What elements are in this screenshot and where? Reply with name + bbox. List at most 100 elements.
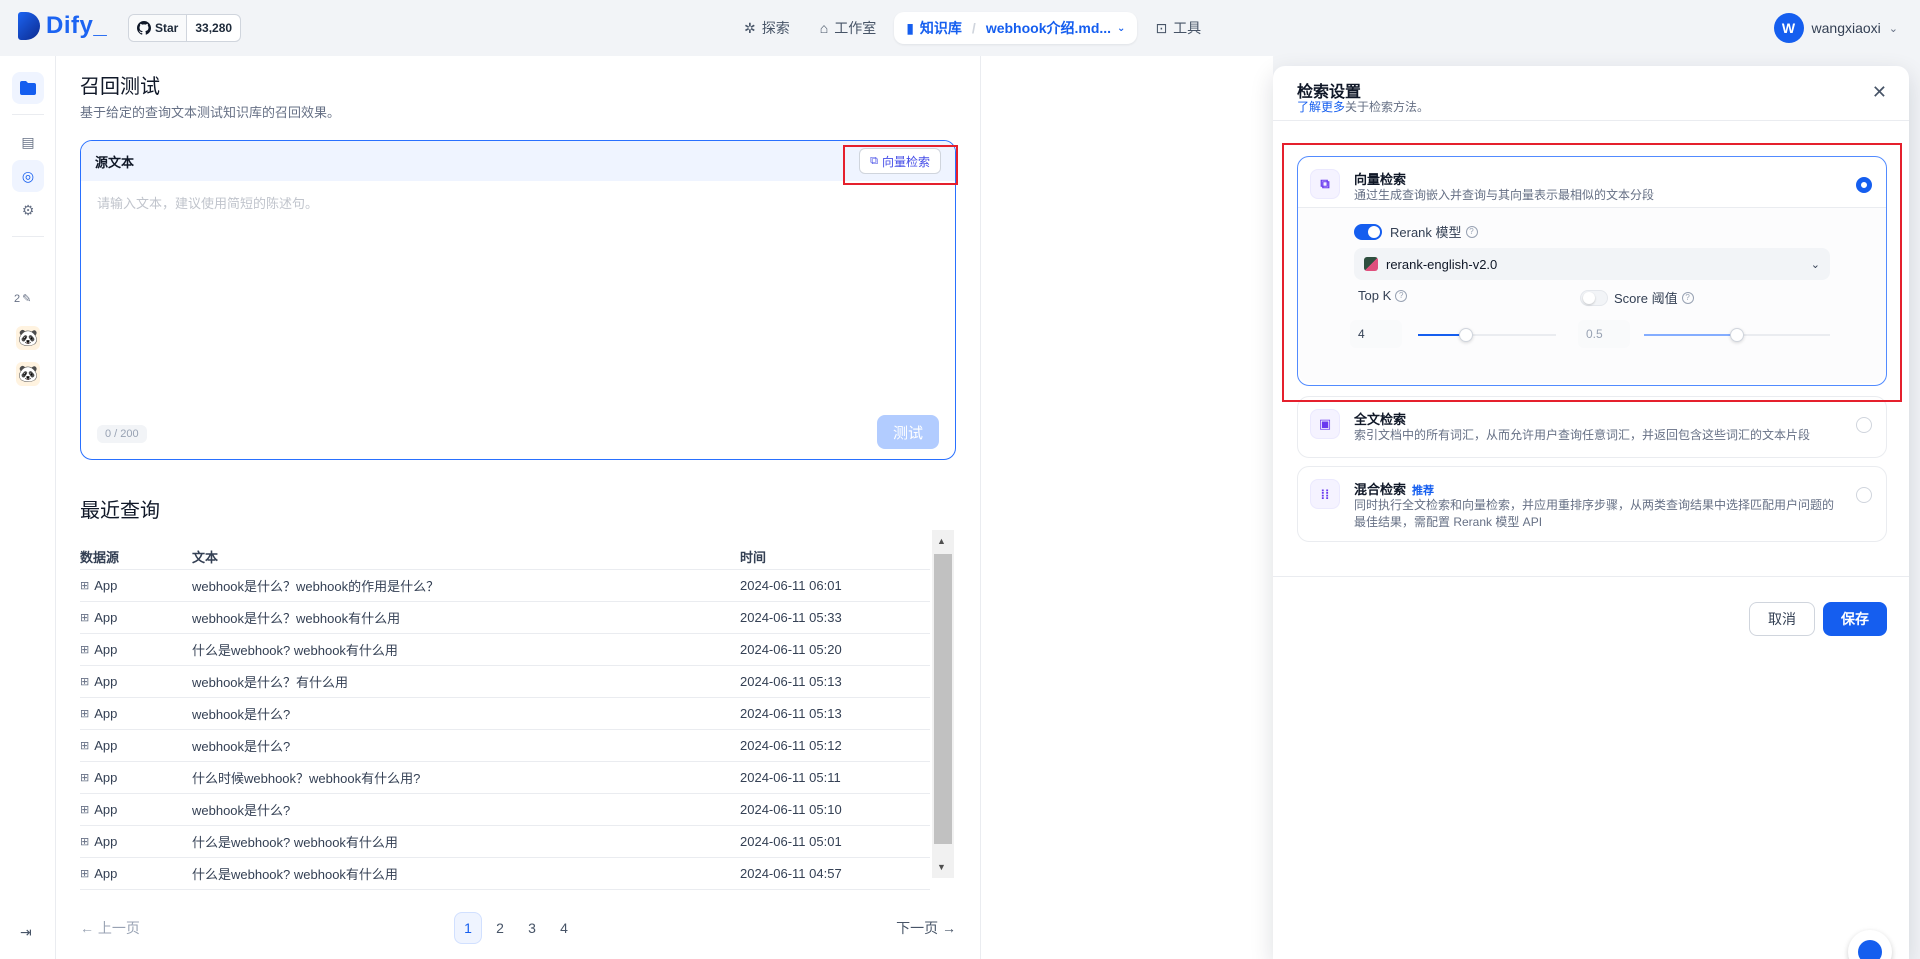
row-time: 2024-06-11 05:11	[740, 770, 841, 785]
table-row[interactable]: ⊞ App 什么时候webhook？webhook有什么用? 2024-06-11 0…	[80, 762, 930, 794]
rail-app-2[interactable]: 🐼	[16, 362, 40, 386]
nav-separator: /	[971, 20, 976, 36]
full-text-search-icon: ▣	[1310, 409, 1340, 439]
recent-queries-table: 数据源 文本 时间 ⊞ App webhook是什么？webhook的作用是什么？ 2…	[80, 544, 930, 892]
row-text: webhook是什么?	[192, 803, 291, 818]
row-time: 2024-06-11 05:12	[740, 738, 842, 753]
app-grid-icon: ⊞	[80, 676, 90, 688]
knowledge-book-icon: ▮	[906, 19, 914, 36]
prev-page-button[interactable]: ← 上一页	[80, 918, 140, 938]
paperclip-icon: ✎	[22, 293, 32, 305]
rail-documents-button[interactable]: ▤	[12, 126, 44, 158]
option-full-text-search[interactable]: ▣ 全文检索 索引文档中的所有词汇，从而允许用户查询任意词汇，并返回包含这些词汇…	[1297, 396, 1887, 458]
row-time: 2024-06-11 05:20	[740, 642, 842, 657]
row-text: webhook是什么？有什么用	[192, 675, 349, 690]
app-emoji-icon: 🐼	[18, 330, 38, 347]
recent-queries-title: 最近查询	[80, 500, 160, 522]
table-scrollbar[interactable]: ▲ ▼	[932, 530, 954, 878]
option-name: 全文检索	[1354, 412, 1407, 427]
row-text: webhook是什么?	[192, 707, 291, 722]
radio-unselected[interactable]	[1856, 487, 1872, 503]
row-time: 2024-06-11 05:13	[740, 674, 842, 689]
option-name: 混合检索	[1354, 482, 1407, 497]
row-source: App	[94, 706, 118, 721]
pagination: ← 上一页 1 2 3 4 下一页 →	[80, 912, 956, 944]
close-icon[interactable]: ✕	[1872, 82, 1887, 103]
scroll-up-arrow-icon[interactable]: ▲	[937, 536, 946, 546]
table-header: 数据源 文本 时间	[80, 544, 930, 570]
github-icon	[137, 21, 151, 35]
column-header-time: 时间	[740, 550, 767, 565]
table-row[interactable]: ⊞ App 什么是webhook? webhook有什么用 2024-06-11 05…	[80, 826, 930, 858]
row-text: 什么是webhook? webhook有什么用	[192, 867, 398, 882]
target-icon: ◎	[21, 167, 35, 184]
rail-app-1[interactable]: 🐼	[16, 326, 40, 350]
nav-knowledge[interactable]: ▮ 知识库 / webhook介绍.md... ⌄	[894, 12, 1138, 44]
row-source: App	[94, 738, 118, 753]
radio-unselected[interactable]	[1856, 417, 1872, 433]
nav-studio[interactable]: ⌂ 工作室	[808, 12, 888, 44]
page-1[interactable]: 1	[454, 912, 482, 944]
drawer-divider	[1273, 120, 1909, 121]
row-time: 2024-06-11 05:10	[740, 802, 842, 817]
scroll-thumb[interactable]	[934, 554, 952, 844]
row-source: App	[94, 802, 118, 817]
page-subtitle: 基于给定的查询文本测试知识库的召回效果。	[80, 105, 341, 120]
learn-more-link[interactable]: 了解更多	[1297, 100, 1345, 114]
table-row[interactable]: ⊞ App 什么是webhook? webhook有什么用 2024-06-11 04…	[80, 858, 930, 890]
row-source: App	[94, 866, 118, 881]
nav-explore[interactable]: ✲ 探索	[732, 12, 802, 44]
app-grid-icon: ⊞	[80, 836, 90, 848]
page-2[interactable]: 2	[486, 912, 514, 944]
row-text: webhook是什么?	[192, 739, 291, 754]
rail-settings-button[interactable]: ⚙	[12, 194, 44, 226]
row-text: webhook是什么？webhook的作用是什么？	[192, 579, 440, 594]
rail-divider	[12, 236, 44, 237]
option-hybrid-search[interactable]: ⁞⁞ 混合检索 推荐 同时执行全文检索和向量检索，并应用重排序步骤，从两类查询结果…	[1297, 466, 1887, 542]
app-grid-icon: ⊞	[80, 580, 90, 592]
avatar: W	[1773, 13, 1804, 43]
nav-tools[interactable]: ⊡ 工具	[1143, 12, 1213, 44]
app-grid-icon: ⊞	[80, 740, 90, 752]
row-time: 2024-06-11 04:57	[740, 866, 842, 881]
folder-icon	[20, 81, 36, 95]
column-header-source: 数据源	[80, 550, 120, 565]
github-star-button[interactable]: Star 33,280	[128, 14, 242, 42]
cancel-button[interactable]: 取消	[1749, 602, 1815, 636]
table-row[interactable]: ⊞ App webhook是什么? 2024-06-11 05:12	[80, 730, 930, 762]
collapse-sidebar-icon[interactable]: ⇥	[20, 924, 32, 941]
table-row[interactable]: ⊞ App webhook是什么？有什么用 2024-06-11 05:13	[80, 666, 930, 698]
rail-hit-testing-button[interactable]: ◎	[12, 160, 44, 192]
dify-logo[interactable]: Dify_	[18, 12, 107, 40]
next-page-button[interactable]: 下一页 →	[896, 918, 956, 938]
char-counter: 0 / 200	[97, 425, 147, 443]
row-time: 2024-06-11 05:01	[740, 834, 842, 849]
highlight-frame	[843, 145, 958, 185]
table-row[interactable]: ⊞ App webhook是什么？webhook有什么用 2024-06-11 05:…	[80, 602, 930, 634]
row-text: 什么时候webhook？webhook有什么用?	[192, 771, 421, 786]
logo-mark-icon	[18, 12, 40, 40]
page-4[interactable]: 4	[550, 912, 578, 944]
page-3[interactable]: 3	[518, 912, 546, 944]
user-menu[interactable]: W wangxiaoxi ⌄	[1773, 13, 1898, 43]
source-text-input[interactable]: 请输入文本，建议使用简短的陈述句。	[97, 193, 318, 212]
row-text: webhook是什么？webhook有什么用	[192, 611, 401, 626]
page-title: 召回测试	[80, 76, 160, 98]
file-count: 2	[14, 292, 21, 305]
table-row[interactable]: ⊞ App webhook是什么? 2024-06-11 05:13	[80, 698, 930, 730]
test-button[interactable]: 测试	[877, 415, 939, 449]
row-source: App	[94, 610, 118, 625]
row-source: App	[94, 578, 118, 593]
github-star-label: Star	[155, 21, 179, 35]
highlight-frame	[1282, 143, 1902, 402]
table-row[interactable]: ⊞ App 什么是webhook? webhook有什么用 2024-06-11 05…	[80, 634, 930, 666]
main-nav: ✲ 探索 ⌂ 工作室 ▮ 知识库 / webhook介绍.md... ⌄ ⊡ 工…	[732, 12, 1213, 44]
table-row[interactable]: ⊞ App webhook是什么? 2024-06-11 05:10	[80, 794, 930, 826]
rail-attached-files[interactable]: 2 ✎	[14, 292, 32, 306]
table-row[interactable]: ⊞ App webhook是什么？webhook的作用是什么？ 2024-06-11 …	[80, 570, 930, 602]
option-description: 索引文档中的所有词汇，从而允许用户查询任意词汇，并返回包含这些词汇的文本片段	[1354, 428, 1811, 442]
knowledge-doc-selector[interactable]: webhook介绍.md...	[986, 18, 1111, 38]
scroll-down-arrow-icon[interactable]: ▼	[937, 862, 946, 872]
save-button[interactable]: 保存	[1823, 602, 1887, 636]
rail-folder-button[interactable]	[12, 72, 44, 104]
